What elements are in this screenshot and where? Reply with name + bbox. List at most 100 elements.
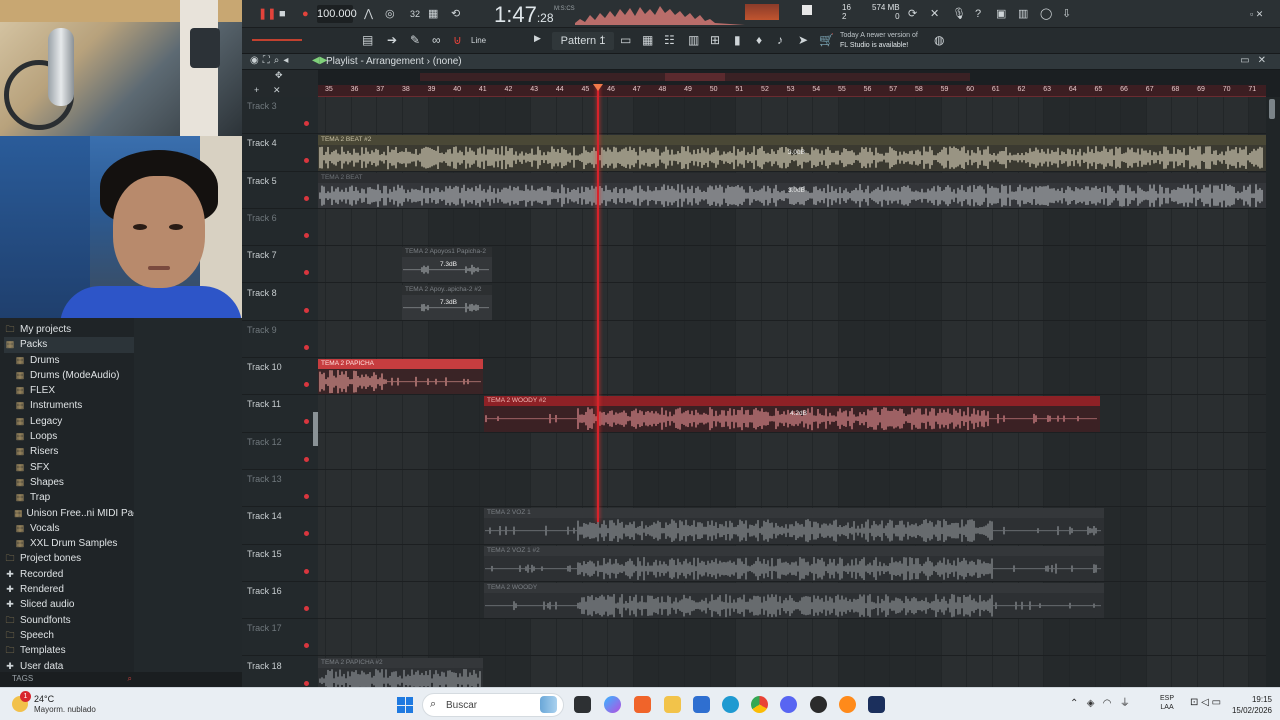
start-menu-icon[interactable] [397,697,413,713]
track-header[interactable]: Track 6 [242,209,318,247]
tools-icon[interactable]: ✕ [930,5,939,23]
audio-clip[interactable]: TEMA 2 Apoy..apicha-2 #2 7.3dB [402,284,492,320]
tags-search-icon[interactable]: ⌕ [128,672,132,686]
track-lane[interactable] [318,209,1266,247]
help-icon[interactable]: ? [975,5,981,23]
timeline-ruler[interactable]: 35 36 37 38 39 40 41 42 43 44 45 46 47 48 49 50 51 52 53 54… [318,85,1266,97]
mic-icon[interactable]: ⏚ [1120,698,1130,709]
browser-item[interactable]: ▦ Loops [4,429,134,444]
song-position-slider[interactable] [252,39,302,41]
browser-item[interactable]: 🗀 Templates [4,643,134,658]
search-highlight-image[interactable] [540,696,557,713]
track-header[interactable]: Track 4 [242,134,318,172]
audio-clip[interactable]: TEMA 2 WOODY #2 4.2dB [484,396,1100,432]
browser-view-icon[interactable]: ⊞ [710,33,720,47]
undo-icon[interactable]: ⟳ [908,5,917,23]
track-header[interactable]: Track 15 [242,545,318,582]
clip-header[interactable] [318,135,1266,146]
track-header[interactable]: Track 17 [242,619,318,657]
system-tray[interactable]: ⌃ ◈ ◠ ⏚ [1070,694,1130,709]
track-lane[interactable] [318,321,1266,359]
browser-item[interactable]: ✚ Sliced audio [4,597,134,612]
file-explorer-icon[interactable] [664,696,681,713]
pencil-icon[interactable]: ✎ [410,33,420,47]
brave-browser-icon[interactable] [634,696,651,713]
plugin-icon[interactable]: ▮ [734,33,741,47]
close-track-icon[interactable]: ✕ [273,85,281,96]
obs-icon[interactable] [810,696,827,713]
track-header[interactable]: Track 5 [242,172,318,209]
mixer-icon[interactable]: ▥ [1018,5,1028,23]
audio-clip[interactable]: TEMA 2 VOZ 1 [484,508,1104,544]
browser-item[interactable]: 🗀 Speech [4,628,134,643]
track-mute-dot[interactable] [304,643,309,649]
piano-roll-icon[interactable]: ▥ [688,33,699,47]
master-volume-meter[interactable] [745,4,779,20]
keyboard-icon[interactable]: ▤ [362,33,373,47]
playlist-grid[interactable]: TEMA 2 BEAT #2 3.0dB TEMA 2 BEAT 3.0dB TEMA … [318,97,1266,687]
browser-item[interactable]: ▦ Instruments [4,398,134,413]
audio-clip[interactable]: TEMA 2 PAPICHA [318,359,483,395]
track-header[interactable]: Track 7 [242,246,318,284]
browser-item[interactable]: ✚ Rendered [4,582,134,597]
browser-item[interactable]: ▦ Trap [4,490,134,505]
browser-item[interactable]: ▦ Vocals [4,521,134,536]
pause-icon[interactable]: ❚❚ [258,5,276,23]
cart-icon[interactable]: 🛒 [819,33,834,47]
track-header[interactable]: Track 9 [242,321,318,359]
scroll-thumb[interactable] [1269,99,1275,119]
add-pattern-icon[interactable]: + [600,33,605,43]
arrangement-name[interactable]: (none) [433,56,462,67]
track-header[interactable]: Track 16 [242,582,318,620]
browser-item[interactable]: 🗀 Project bones [4,551,134,566]
play-arrow-icon[interactable]: ▶ [534,33,541,44]
chevron-up-icon[interactable]: ⌃ [1070,698,1078,709]
track-header[interactable]: Track 8 [242,284,318,321]
track-header[interactable]: Track 14 [242,507,318,545]
globe-icon[interactable]: ◍ [934,33,944,47]
browser-item[interactable]: ✚ Recorded [4,567,134,582]
snap-selector[interactable]: Line [471,36,486,45]
blend-notes-icon[interactable]: ⟲ [451,5,460,23]
track-mute-dot[interactable] [304,232,309,238]
track-mute-dot[interactable] [304,680,309,686]
browser-item[interactable]: 🗀 Soundfonts [4,613,134,628]
track-lane[interactable] [318,470,1266,508]
track-vertical-scrollbar[interactable] [313,412,318,446]
track-header[interactable]: Track 3 [242,97,318,135]
audio-clip[interactable]: TEMA 2 PAPICHA #2 [318,657,483,687]
browser-item[interactable]: ▦ Legacy [4,414,134,429]
pin-icon[interactable]: ♦ [756,33,762,47]
network-icon[interactable]: ◈ [1087,698,1095,709]
tempo-display[interactable]: 100.000 [317,5,357,23]
clip-header[interactable] [484,582,1104,593]
browser-item[interactable]: ▦ Drums [4,353,134,368]
clip-header[interactable] [484,545,1104,556]
playhead-marker[interactable] [593,84,603,91]
mixer-view-icon[interactable]: ☷ [664,33,675,47]
track-mute-dot[interactable] [304,494,309,499]
link-icon[interactable]: ∞ [432,33,441,47]
clip-header[interactable] [484,508,1104,519]
metronome-icon[interactable]: ⋀ [364,5,373,23]
playlist-window-controls[interactable]: ▭✕ [1240,55,1274,66]
copilot-icon[interactable] [604,696,621,713]
store-icon[interactable] [693,696,710,713]
save-icon[interactable]: ▣ [996,5,1006,23]
track-mute-dot[interactable] [304,158,309,164]
move-icon[interactable]: ✥ [275,70,283,81]
audio-mic-icon[interactable]: 🎙 [952,5,966,23]
add-track-icon[interactable]: + [254,85,259,95]
language-indicator[interactable]: ESP LAA [1160,694,1174,712]
clip-header[interactable] [484,396,1100,407]
track-mute-dot[interactable] [304,307,309,313]
audio-clip[interactable]: TEMA 2 Apoyos1 Papicha-2 7.3dB [402,247,492,283]
song-time-display[interactable]: 1:47:28 M:S:CS [494,2,575,28]
taskbar-clock[interactable]: 19:15 15/02/2026 [1228,694,1272,716]
browser-item[interactable]: 🗀 My projects [4,322,134,337]
playlist-overview-scroller[interactable] [420,73,970,81]
track-header[interactable]: Track 13 [242,470,318,508]
audio-clip[interactable]: TEMA 2 BEAT #2 3.0dB [318,135,1266,171]
update-hint[interactable]: Today A newer version of FL Studio is av… [840,31,918,51]
track-lane[interactable] [318,619,1266,657]
